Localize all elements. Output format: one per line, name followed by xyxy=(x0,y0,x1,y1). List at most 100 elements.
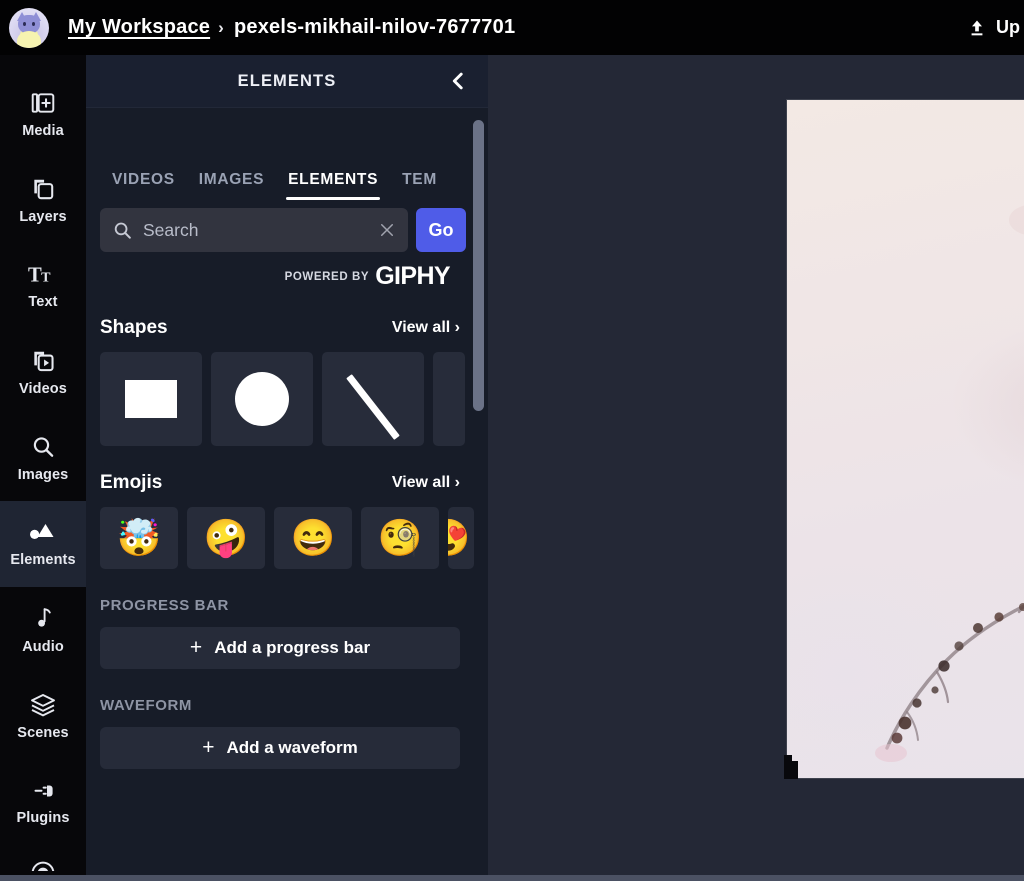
svg-text:T: T xyxy=(41,269,51,285)
shape-line[interactable] xyxy=(322,352,424,446)
avatar-eye-left xyxy=(23,21,26,26)
search-box[interactable] xyxy=(100,208,408,252)
search-input[interactable] xyxy=(143,219,368,241)
emoji-glyph: 🤪 xyxy=(203,517,249,558)
avatar-eye-right xyxy=(32,21,35,26)
panel-header: ELEMENTS xyxy=(86,55,488,108)
plus-icon: + xyxy=(189,635,203,659)
cherry-blossom-branch-graphic xyxy=(875,205,1024,762)
stack-icon xyxy=(31,693,55,716)
rail-label: Elements xyxy=(10,551,76,568)
rail-label: Audio xyxy=(22,638,64,655)
shapes-icon xyxy=(30,523,54,539)
avatar-belly xyxy=(17,30,41,48)
rail-label: Layers xyxy=(19,208,67,225)
tab-label: TEM xyxy=(402,171,437,188)
tab-label: VIDEOS xyxy=(112,171,175,188)
add-progress-bar-button[interactable]: + Add a progress bar xyxy=(100,627,460,669)
rail-label: Videos xyxy=(19,380,67,397)
svg-text:T: T xyxy=(28,264,42,286)
bottom-toolbar-strip xyxy=(0,875,1024,881)
emoji-glyph: 😍 xyxy=(448,520,470,556)
text-tt-icon: T T xyxy=(28,264,51,286)
tab-label: ELEMENTS xyxy=(288,171,379,188)
breadcrumb: My Workspace › pexels-mikhail-nilov-7677… xyxy=(68,16,515,39)
rail-item-audio[interactable]: Audio xyxy=(0,587,86,673)
layers-copy-icon xyxy=(34,179,54,199)
emoji-glyph: 😄 xyxy=(290,517,336,558)
rail-item-videos[interactable]: Videos xyxy=(0,329,86,415)
shapes-view-all-link[interactable]: View all › xyxy=(392,319,460,337)
canvas-area[interactable] xyxy=(488,55,1024,881)
search-icon xyxy=(33,436,54,457)
emojis-section-header: Emojis View all › xyxy=(86,446,488,494)
tab-elements[interactable]: ELEMENTS xyxy=(276,171,390,200)
breadcrumb-current-file: pexels-mikhail-nilov-7677701 xyxy=(233,16,516,38)
circle-glyph xyxy=(235,372,289,426)
top-bar-actions: Up xyxy=(967,0,1024,55)
search-row: Go xyxy=(86,200,488,252)
breadcrumb-workspace-link[interactable]: My Workspace xyxy=(68,16,210,39)
emojis-view-all-link[interactable]: View all › xyxy=(392,474,460,492)
shape-partial[interactable] xyxy=(433,352,465,446)
progress-bar-heading: PROGRESS BAR xyxy=(100,597,229,614)
shape-circle[interactable] xyxy=(211,352,313,446)
rail-label: Text xyxy=(28,293,58,310)
app-root: My Workspace › pexels-mikhail-nilov-7677… xyxy=(0,0,1024,881)
giphy-logo: GIPHY xyxy=(375,262,450,290)
panel-collapse-button[interactable] xyxy=(446,69,470,93)
tab-label: IMAGES xyxy=(198,171,265,188)
upload-button[interactable]: Up xyxy=(967,17,1024,38)
top-bar: My Workspace › pexels-mikhail-nilov-7677… xyxy=(0,0,1024,55)
breadcrumb-separator: › xyxy=(218,17,224,37)
add-waveform-button[interactable]: + Add a waveform xyxy=(100,727,460,769)
shapes-section-header: Shapes View all › xyxy=(86,291,488,339)
upload-icon xyxy=(971,20,983,35)
music-note-icon xyxy=(38,607,51,627)
panel-title: ELEMENTS xyxy=(237,71,337,90)
giphy-powered-by-label: POWERED BY xyxy=(284,270,370,283)
rail-item-text[interactable]: T T Text xyxy=(0,243,86,329)
rail-item-layers[interactable]: Layers xyxy=(0,157,86,243)
plus-icon: + xyxy=(202,735,215,759)
emoji-glyph: 🤯 xyxy=(116,517,162,558)
panel-scrollbar-thumb[interactable] xyxy=(473,120,484,411)
rail-item-images[interactable]: Images xyxy=(0,415,86,501)
emoji-monocle-face[interactable]: 🧐 xyxy=(361,507,439,569)
rail-item-elements[interactable]: Elements xyxy=(0,501,86,587)
rail-label: Images xyxy=(17,466,69,483)
rectangle-glyph xyxy=(125,380,177,418)
upload-label: Up xyxy=(996,17,1020,37)
plug-icon xyxy=(34,785,53,796)
tab-videos[interactable]: VIDEOS xyxy=(100,171,187,200)
search-icon xyxy=(114,222,131,239)
elements-panel: ELEMENTS VIDEOS IMAGES ELEMENTS TEM Sear… xyxy=(86,55,488,881)
emoji-glyph: 🧐 xyxy=(377,517,423,558)
rail-item-media[interactable]: Media xyxy=(0,71,86,157)
shape-rectangle[interactable] xyxy=(100,352,202,446)
emoji-partial[interactable]: 😍 xyxy=(448,507,474,569)
emoji-exploding-head[interactable]: 🤯 xyxy=(100,507,178,569)
resize-handle-bottom-left-inner[interactable] xyxy=(784,761,798,779)
emojis-thumbnail-row: 🤯 🤪 😄 🧐 😍 xyxy=(86,494,488,569)
shapes-title: Shapes xyxy=(100,317,168,338)
tab-images[interactable]: IMAGES xyxy=(187,171,276,200)
rail-item-scenes[interactable]: Scenes xyxy=(0,673,86,759)
giphy-attribution: POWERED BY GIPHY xyxy=(86,252,488,291)
video-play-icon xyxy=(34,351,54,371)
close-x-icon[interactable] xyxy=(378,221,396,239)
emoji-zany-face[interactable]: 🤪 xyxy=(187,507,265,569)
emoji-grinning-eyes[interactable]: 😄 xyxy=(274,507,352,569)
rail-label: Scenes xyxy=(17,724,69,741)
add-progress-bar-label: Add a progress bar xyxy=(214,638,371,657)
rail-item-plugins[interactable]: Plugins xyxy=(0,759,86,845)
media-add-icon xyxy=(31,92,55,113)
tab-templates[interactable]: TEM xyxy=(390,171,449,200)
search-go-button[interactable]: Go xyxy=(416,208,466,252)
add-waveform-label: Add a waveform xyxy=(226,738,358,757)
emojis-title: Emojis xyxy=(100,472,163,493)
waveform-heading: WAVEFORM xyxy=(100,697,193,714)
user-avatar[interactable] xyxy=(9,7,49,48)
canvas-image[interactable] xyxy=(787,100,1024,778)
chevron-left-icon xyxy=(452,72,463,90)
